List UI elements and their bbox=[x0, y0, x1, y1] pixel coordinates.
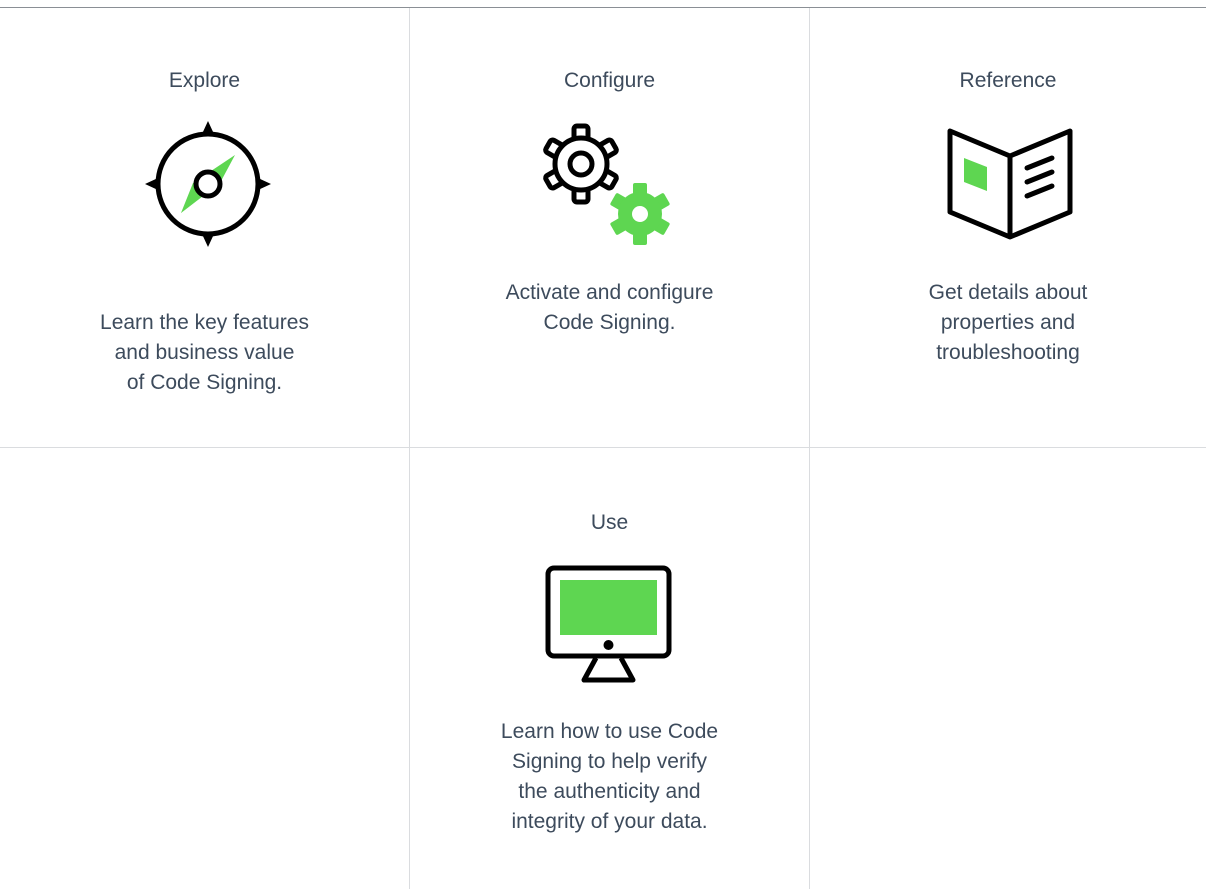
desc-line: Learn the key features bbox=[100, 311, 309, 334]
card-title: Reference bbox=[959, 69, 1057, 92]
card-title: Explore bbox=[168, 69, 241, 92]
monitor-icon bbox=[545, 565, 672, 683]
desc-line: Activate and configure bbox=[505, 281, 714, 304]
desc-line: and business value bbox=[114, 341, 295, 364]
desc-line: Code Signing. bbox=[543, 311, 676, 334]
compass-icon bbox=[143, 121, 273, 259]
card-description: Get details about properties and trouble… bbox=[810, 278, 1206, 368]
card-use[interactable]: Use Learn how to use Code Signing to hel… bbox=[410, 448, 809, 889]
card-title: Use bbox=[590, 511, 629, 534]
desc-line: properties and bbox=[940, 311, 1076, 334]
card-explore[interactable]: Explore Learn the key features and busin… bbox=[0, 8, 409, 447]
open-book-icon bbox=[945, 126, 1075, 242]
card-title: Configure bbox=[563, 69, 656, 92]
card-reference[interactable]: Reference Get details about properties a… bbox=[810, 8, 1206, 447]
desc-line: troubleshooting bbox=[936, 341, 1080, 364]
card-description: Learn the key features and business valu… bbox=[0, 308, 409, 398]
desc-line: Signing to help verify bbox=[512, 750, 707, 773]
card-description: Learn how to use Code Signing to help ve… bbox=[410, 717, 809, 837]
desc-line: integrity of your data. bbox=[511, 810, 708, 833]
card-configure[interactable]: Configure Activate and configure Code Si… bbox=[410, 8, 809, 447]
desc-line: Learn how to use Code bbox=[500, 720, 719, 743]
desc-line: of Code Signing. bbox=[126, 371, 283, 394]
desc-line: Get details about bbox=[928, 281, 1088, 304]
gears-icon bbox=[542, 122, 677, 252]
card-description: Activate and configure Code Signing. bbox=[410, 278, 809, 338]
desc-line: the authenticity and bbox=[518, 780, 701, 803]
